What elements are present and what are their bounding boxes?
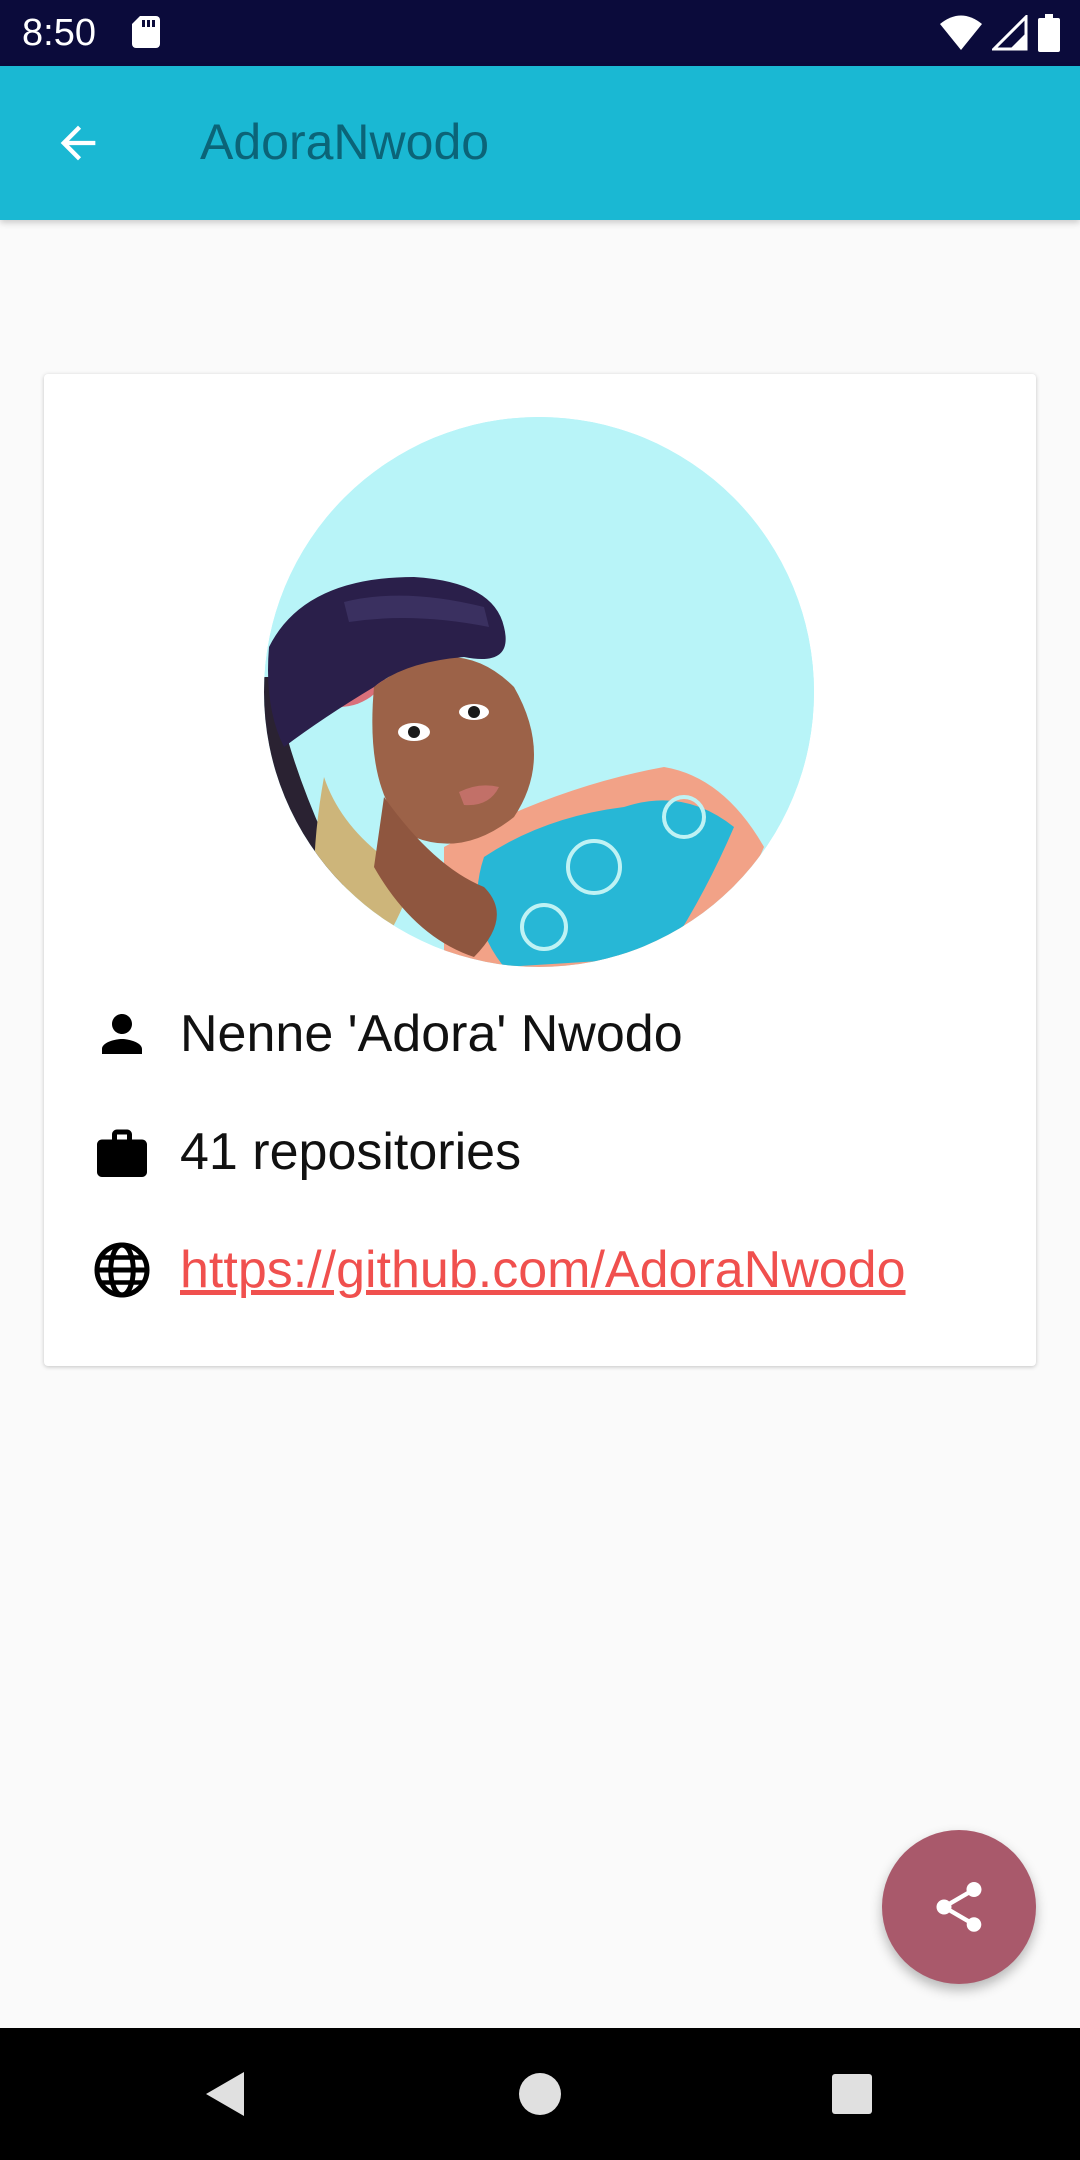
- back-triangle-icon[interactable]: [198, 2066, 254, 2122]
- status-bar: 8:50: [0, 0, 1080, 66]
- navigation-bar: [0, 2028, 1080, 2160]
- wifi-icon: [940, 15, 982, 50]
- person-icon: [102, 1014, 142, 1054]
- arrow-back-icon[interactable]: [52, 117, 104, 169]
- battery-icon: [1038, 14, 1060, 52]
- briefcase-icon: [97, 1129, 147, 1177]
- signal-icon: [992, 15, 1028, 51]
- share-button[interactable]: [882, 1830, 1036, 1984]
- avatar: [264, 417, 814, 967]
- page-title: AdoraNwodo: [200, 114, 490, 170]
- home-circle-icon[interactable]: [512, 2066, 568, 2122]
- app-bar: AdoraNwodo: [0, 66, 1080, 220]
- status-time: 8:50: [22, 12, 96, 54]
- share-icon: [936, 1882, 982, 1932]
- url-row: https://github.com/AdoraNwodo: [92, 1230, 906, 1310]
- recents-square-icon[interactable]: [824, 2066, 880, 2122]
- repositories-count: 41 repositories: [180, 1123, 522, 1181]
- profile-card: Nenne 'Adora' Nwodo 41 repositories http…: [44, 374, 1036, 1366]
- repositories-row: 41 repositories: [92, 1112, 521, 1192]
- avatar-illustration: [264, 417, 814, 967]
- name-row: Nenne 'Adora' Nwodo: [92, 994, 683, 1074]
- sd-card-icon: [132, 16, 160, 48]
- globe-icon: [94, 1242, 150, 1298]
- profile-name: Nenne 'Adora' Nwodo: [180, 1005, 683, 1063]
- profile-link[interactable]: https://github.com/AdoraNwodo: [180, 1240, 906, 1300]
